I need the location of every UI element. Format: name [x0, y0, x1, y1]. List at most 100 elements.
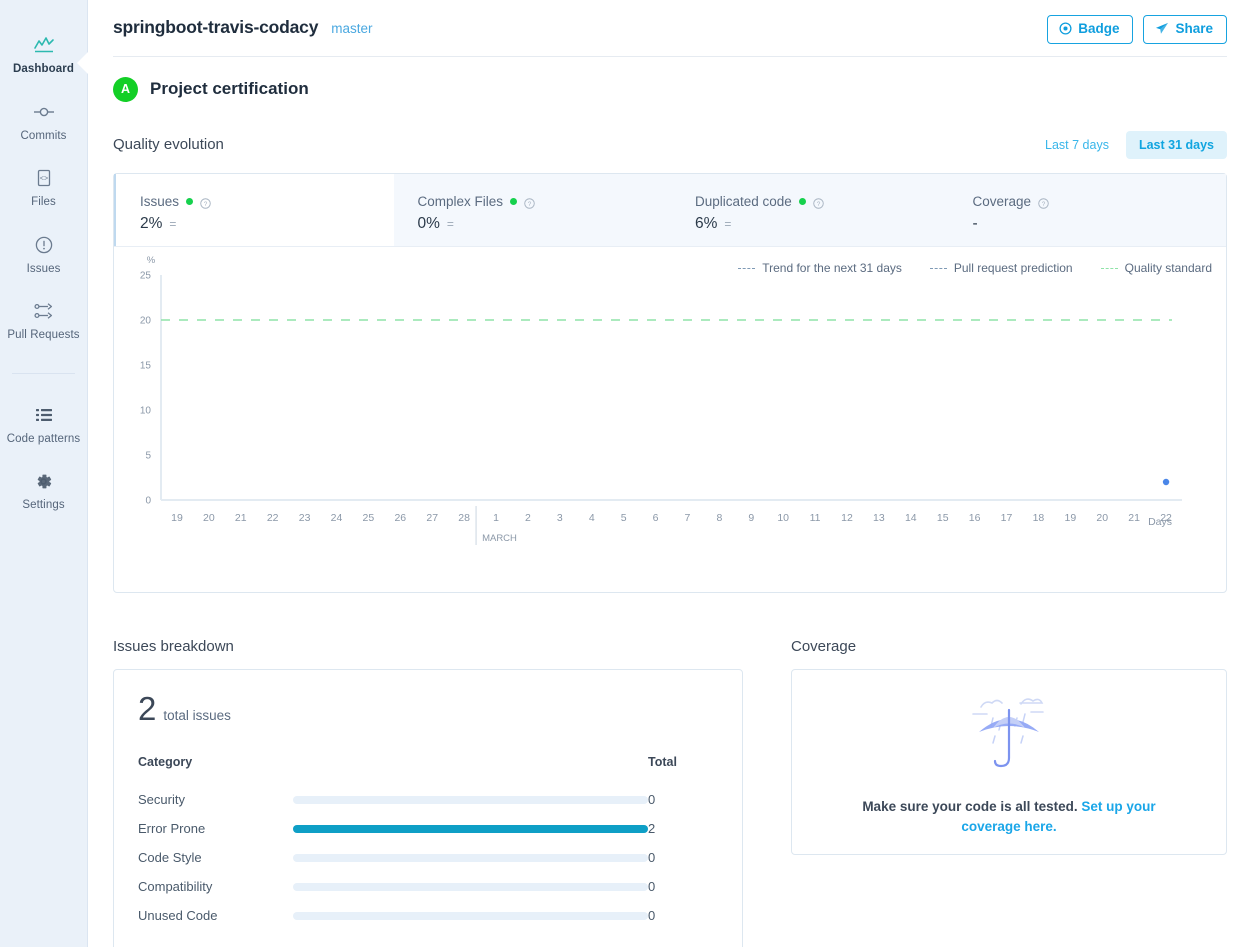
metric-tab-complex-files[interactable]: Complex Files ? 0% =	[393, 174, 671, 246]
range-tab-last-31-days[interactable]: Last 31 days	[1125, 130, 1227, 159]
sidebar-item-label: Dashboard	[13, 63, 74, 75]
svg-text:5: 5	[145, 451, 151, 462]
bar-track	[293, 824, 648, 833]
bar-track	[293, 882, 648, 891]
sidebar-item-code-patterns[interactable]: Code patterns	[0, 392, 87, 459]
sidebar-item-issues[interactable]: Issues	[0, 222, 87, 289]
share-button[interactable]: Share	[1143, 15, 1227, 44]
share-paper-plane-icon	[1155, 22, 1169, 35]
svg-text:27: 27	[426, 512, 438, 524]
svg-text:22: 22	[267, 512, 279, 524]
metric-value: -	[972, 215, 978, 232]
svg-text:20: 20	[140, 316, 152, 327]
sidebar-item-commits[interactable]: Commits	[0, 89, 87, 156]
category-bar	[293, 785, 648, 814]
help-circle-icon[interactable]: ?	[1038, 196, 1049, 209]
grade-badge: A	[113, 76, 138, 102]
svg-text:7: 7	[685, 512, 691, 524]
category-bar	[293, 843, 648, 872]
column-header-total: Total	[648, 755, 677, 769]
svg-text:10: 10	[777, 512, 789, 524]
issues-breakdown-table: Category Total Security 0 Error Prone 2 Code…	[138, 755, 718, 930]
certification-title: Project certification	[150, 79, 309, 98]
range-tab-last-7-days[interactable]: Last 7 days	[1032, 131, 1122, 160]
table-row[interactable]: Error Prone 2	[138, 814, 718, 843]
total-issues: 2 total issues	[138, 692, 718, 725]
bottom-sections: Issues breakdown 2 total issues Category…	[88, 593, 1245, 947]
help-circle-icon[interactable]: ?	[200, 196, 211, 209]
metric-tab-coverage[interactable]: Coverage ? -	[948, 174, 1226, 246]
quality-evolution-card: Issues ? 2% = Complex Files ? 0% = Dupli…	[113, 173, 1227, 593]
svg-text:16: 16	[969, 512, 981, 524]
metric-tabs: Issues ? 2% = Complex Files ? 0% = Dupli…	[114, 174, 1226, 247]
bar-track	[293, 853, 648, 862]
table-header-row: Category Total	[138, 755, 718, 785]
metric-label: Issues	[140, 193, 180, 209]
svg-text:13: 13	[873, 512, 885, 524]
list-lines-icon	[32, 403, 56, 427]
svg-text:?: ?	[1042, 200, 1046, 207]
table-row[interactable]: Code Style 0	[138, 843, 718, 872]
svg-text:Days: Days	[1148, 516, 1172, 528]
help-circle-icon[interactable]: ?	[524, 196, 535, 209]
metric-label: Coverage	[972, 193, 1032, 209]
sidebar-active-indicator	[77, 52, 88, 74]
share-button-label: Share	[1175, 21, 1213, 36]
breadcrumb: springboot-travis-codacy master	[113, 14, 373, 38]
svg-text:?: ?	[528, 200, 532, 207]
svg-text:28: 28	[458, 512, 470, 524]
svg-text:%: %	[147, 255, 156, 266]
help-circle-icon[interactable]: ?	[813, 196, 824, 209]
category-label: Unused Code	[138, 908, 218, 923]
svg-text:<>: <>	[39, 176, 47, 184]
bar-track	[293, 795, 648, 804]
bar-fill	[293, 824, 648, 833]
category-total: 2	[648, 821, 656, 836]
svg-text:18: 18	[1033, 512, 1045, 524]
sidebar-item-label: Pull Requests	[7, 329, 80, 341]
metric-label: Duplicated code	[695, 193, 792, 209]
coverage-section: Coverage Make sure your code is all test…	[791, 638, 1227, 947]
quality-evolution-title: Quality evolution	[113, 136, 224, 154]
badge-target-icon	[1059, 22, 1072, 35]
category-total: 0	[648, 850, 656, 865]
svg-text:11: 11	[810, 512, 821, 524]
issues-breakdown-section: Issues breakdown 2 total issues Category…	[113, 638, 743, 947]
category-label: Security	[138, 792, 185, 807]
badge-button[interactable]: Badge	[1047, 15, 1134, 44]
sidebar-item-files[interactable]: <> Files	[0, 155, 87, 222]
table-row[interactable]: Security 0	[138, 785, 718, 814]
svg-text:8: 8	[716, 512, 722, 524]
svg-text:?: ?	[817, 200, 821, 207]
svg-text:?: ?	[204, 200, 208, 207]
svg-text:MARCH: MARCH	[482, 533, 517, 544]
category-label: Error Prone	[138, 821, 206, 836]
svg-text:24: 24	[331, 512, 343, 524]
metric-tab-duplicated-code[interactable]: Duplicated code ? 6% =	[671, 174, 949, 246]
sidebar-item-pull-requests[interactable]: Pull Requests	[0, 288, 87, 355]
file-code-icon: <>	[32, 166, 56, 190]
status-dot-icon	[186, 197, 194, 205]
table-row[interactable]: Compatibility 0	[138, 872, 718, 901]
svg-text:2: 2	[525, 512, 531, 524]
category-bar	[293, 814, 648, 843]
branch-selector[interactable]: master	[331, 21, 372, 36]
table-row[interactable]: Unused Code 0	[138, 901, 718, 930]
issues-breakdown-body: Security 0 Error Prone 2 Code Style 0 Compatib…	[138, 785, 718, 930]
metric-trend: =	[169, 217, 177, 231]
quality-evolution-chart: Trend for the next 31 days Pull request …	[114, 247, 1226, 592]
gear-icon	[32, 469, 56, 493]
chart-plot: %051015202519 20 21 22 23 24 25 26 27 28 1 2 3 4 5 6 7 8 9…	[140, 255, 1182, 545]
project-certification: A Project certification	[88, 57, 1245, 102]
svg-text:9: 9	[748, 512, 754, 524]
category-bar	[293, 901, 648, 930]
topbar: springboot-travis-codacy master Badge Sh…	[88, 0, 1245, 44]
metric-tab-issues[interactable]: Issues ? 2% =	[114, 174, 394, 246]
category-total: 0	[648, 792, 656, 807]
sidebar-item-settings[interactable]: Settings	[0, 458, 87, 525]
issues-breakdown-panel: 2 total issues Category Total Security 0 E…	[113, 669, 743, 947]
sidebar-item-dashboard[interactable]: Dashboard	[0, 22, 88, 89]
svg-text:1: 1	[493, 512, 499, 524]
coverage-title: Coverage	[791, 638, 857, 655]
svg-text:26: 26	[394, 512, 406, 524]
